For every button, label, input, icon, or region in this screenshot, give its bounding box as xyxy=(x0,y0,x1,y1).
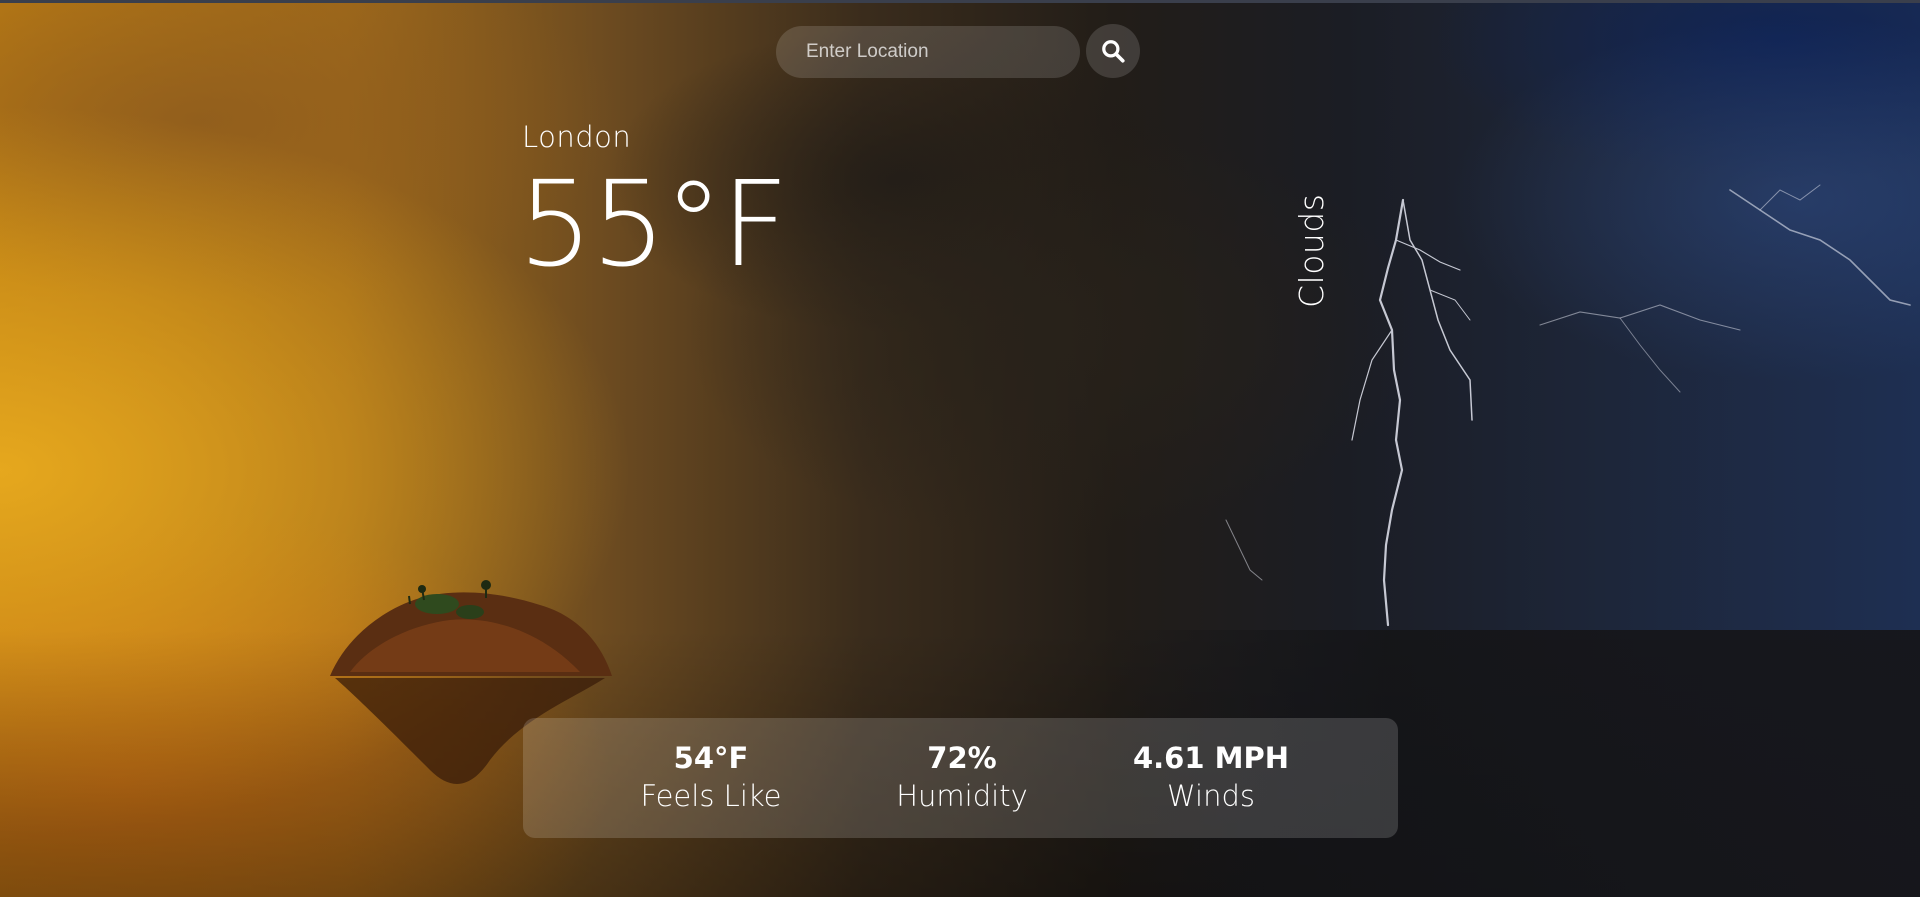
wind-label: Winds xyxy=(1167,779,1255,813)
feels-like-label: Feels Like xyxy=(640,779,782,813)
feels-like-stat: 54°F Feels Like xyxy=(601,740,821,816)
humidity-label: Humidity xyxy=(896,779,1028,813)
search-icon xyxy=(1102,40,1125,63)
weather-stats-panel: 54°F Feels Like 72% Humidity 4.61 MPH Wi… xyxy=(523,718,1398,838)
wind-value: 4.61 MPH xyxy=(1132,741,1290,775)
feels-like-value: 54°F xyxy=(673,741,749,775)
wind-stat: 4.61 MPH Winds xyxy=(1101,740,1321,816)
search-bar xyxy=(776,24,1140,80)
search-button[interactable] xyxy=(1086,24,1140,78)
city-name: London xyxy=(522,120,632,154)
humidity-value: 72% xyxy=(927,741,997,775)
current-temperature: 55°F xyxy=(518,155,789,293)
location-search-input[interactable] xyxy=(776,26,1080,78)
weather-condition-label: Clouds xyxy=(1292,193,1331,308)
humidity-stat: 72% Humidity xyxy=(852,740,1072,816)
